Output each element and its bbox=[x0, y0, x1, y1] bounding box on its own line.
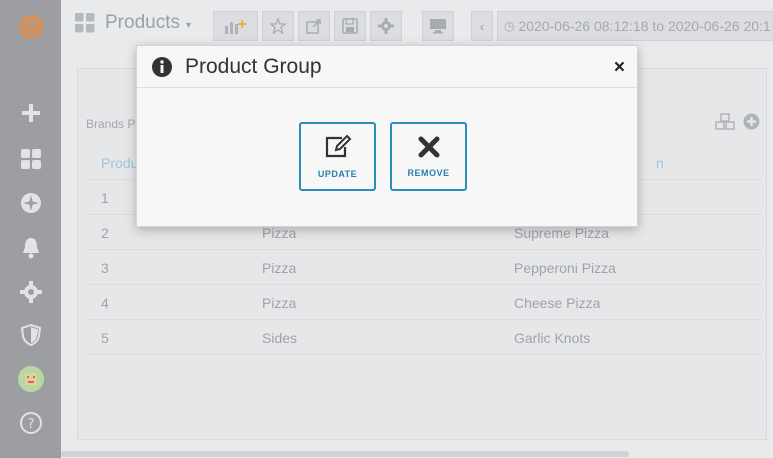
remove-label: REMOVE bbox=[407, 167, 450, 178]
product-group-modal: Product Group × UPDATE REMOVE bbox=[136, 45, 638, 227]
remove-button[interactable]: REMOVE bbox=[390, 122, 467, 191]
modal-header: Product Group × bbox=[137, 46, 637, 88]
update-label: UPDATE bbox=[317, 168, 358, 179]
x-icon bbox=[418, 136, 439, 157]
update-button[interactable]: UPDATE bbox=[299, 122, 376, 191]
edit-icon bbox=[325, 134, 351, 157]
modal-title: Product Group bbox=[185, 54, 322, 78]
info-icon bbox=[152, 56, 172, 77]
close-icon[interactable]: × bbox=[614, 57, 625, 79]
modal-overlay: Product Group × UPDATE REMOVE bbox=[0, 0, 773, 458]
